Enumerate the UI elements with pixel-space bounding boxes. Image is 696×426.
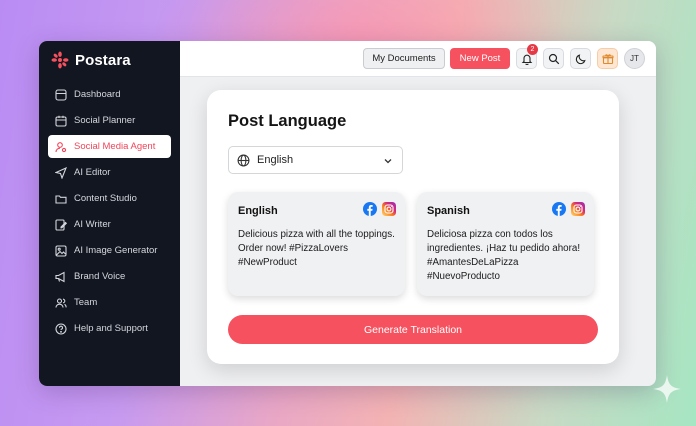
folder-icon xyxy=(55,194,67,204)
generate-translation-button[interactable]: Generate Translation xyxy=(228,315,598,344)
sidebar-item-label: Team xyxy=(74,297,98,308)
translation-language: English xyxy=(238,205,278,217)
image-icon xyxy=(55,244,67,257)
sidebar-item-label: Help and Support xyxy=(74,323,148,334)
search-icon xyxy=(548,53,559,64)
sidebar-item-label: Brand Voice xyxy=(74,271,126,282)
sidebar-item-label: Social Planner xyxy=(74,115,136,126)
sidebar-item-help-and-support[interactable]: Help and Support xyxy=(48,317,171,340)
sidebar-item-social-media-agent[interactable]: Social Media Agent xyxy=(48,135,171,158)
top-bar: My Documents New Post 2 JT xyxy=(180,41,656,77)
instagram-icon[interactable] xyxy=(382,202,396,216)
search-button[interactable] xyxy=(543,48,564,69)
calendar-icon xyxy=(55,115,67,127)
page-title: Post Language xyxy=(228,112,347,130)
brand[interactable]: Postara xyxy=(51,51,131,69)
dark-mode-toggle[interactable] xyxy=(570,48,591,69)
brand-name: Postara xyxy=(75,51,131,69)
pencil-icon xyxy=(55,218,67,231)
sidebar-item-ai-image-generator[interactable]: AI Image Generator xyxy=(48,239,171,262)
sidebar-item-label: AI Editor xyxy=(74,167,111,178)
facebook-icon[interactable] xyxy=(552,202,566,216)
sparkle-icon xyxy=(653,375,681,403)
translation-text: Delicious pizza with all the toppings. O… xyxy=(238,229,395,268)
sidebar-item-content-studio[interactable]: Content Studio xyxy=(48,187,171,210)
facebook-icon[interactable] xyxy=(363,202,377,216)
sidebar-item-dashboard[interactable]: Dashboard xyxy=(48,83,171,106)
notification-count-badge: 2 xyxy=(527,44,538,55)
sidebar-item-ai-editor[interactable]: AI Editor xyxy=(48,161,171,184)
sidebar-item-label: AI Image Generator xyxy=(74,245,158,256)
language-select-value: English xyxy=(257,154,294,166)
new-post-button[interactable]: New Post xyxy=(450,48,510,69)
agent-icon xyxy=(55,141,67,152)
gift-button[interactable] xyxy=(597,48,618,69)
team-icon xyxy=(55,297,67,308)
sidebar-item-social-planner[interactable]: Social Planner xyxy=(48,109,171,132)
moon-icon xyxy=(575,53,586,64)
translation-text: Deliciosa pizza con todos los ingredient… xyxy=(427,229,581,282)
social-icons xyxy=(552,202,585,216)
sidebar-item-label: Social Media Agent xyxy=(74,141,156,152)
avatar[interactable]: JT xyxy=(624,48,645,69)
my-documents-button[interactable]: My Documents xyxy=(363,48,445,69)
sidebar-item-label: Content Studio xyxy=(74,193,137,204)
app-window: Postara Dashboard Social Planner Social … xyxy=(39,41,656,386)
sidebar-item-ai-writer[interactable]: AI Writer xyxy=(48,213,171,236)
gift-icon xyxy=(601,53,614,64)
megaphone-icon xyxy=(55,271,65,282)
dashboard-icon xyxy=(55,88,67,101)
sidebar-nav: Dashboard Social Planner Social Media Ag… xyxy=(48,83,171,343)
sidebar-item-label: Dashboard xyxy=(74,89,121,100)
help-icon xyxy=(55,322,67,335)
postara-logo-icon xyxy=(51,51,69,69)
sidebar-item-label: AI Writer xyxy=(74,219,111,230)
post-language-card: Post Language English English Delicious … xyxy=(207,90,619,364)
social-icons xyxy=(363,202,396,216)
send-icon xyxy=(55,166,67,179)
globe-icon xyxy=(237,154,250,166)
chevron-down-icon xyxy=(384,159,392,164)
instagram-icon[interactable] xyxy=(571,202,585,216)
translation-card-spanish[interactable]: Spanish Deliciosa pizza con todos los in… xyxy=(417,192,594,296)
sidebar-item-brand-voice[interactable]: Brand Voice xyxy=(48,265,171,288)
sidebar-item-team[interactable]: Team xyxy=(48,291,171,314)
translation-card-english[interactable]: English Delicious pizza with all the top… xyxy=(228,192,405,296)
translation-language: Spanish xyxy=(427,205,470,217)
sidebar: Postara Dashboard Social Planner Social … xyxy=(39,41,180,386)
language-select[interactable]: English xyxy=(228,146,403,174)
